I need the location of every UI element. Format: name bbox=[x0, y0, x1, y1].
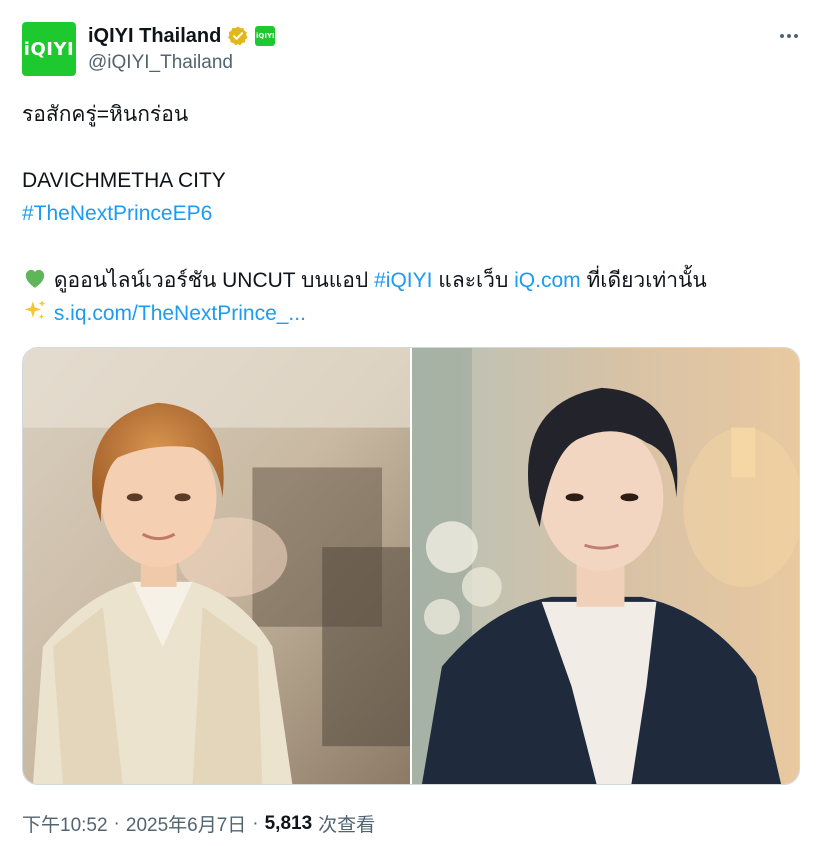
tweet-text: ดูออนไลน์เวอร์ชัน UNCUT บนแอป bbox=[48, 269, 375, 292]
tweet-line-4: ดูออนไลน์เวอร์ชัน UNCUT บนแอป #iQIYI และ… bbox=[22, 265, 707, 300]
tweet-text: ที่เดียวเท่านั้น bbox=[580, 269, 707, 292]
tweet-meta: 下午10:52 · 2025年6月7日 · 5,813 次查看 bbox=[22, 810, 375, 837]
tweet-line-5: s.iq.com/TheNextPrince_... bbox=[22, 298, 306, 333]
name-row: iQIYI Thailand iQIYI bbox=[88, 22, 276, 50]
tweet: iQIYI iQIYI Thailand iQIYI @iQIYI_Thaila… bbox=[0, 0, 832, 846]
photo-left[interactable] bbox=[23, 348, 410, 784]
media-grid bbox=[22, 347, 800, 785]
green-heart-icon bbox=[22, 265, 48, 300]
affiliate-badge-text: iQIYI bbox=[256, 32, 275, 40]
url-link[interactable]: s.iq.com/TheNextPrince_... bbox=[54, 302, 306, 325]
hashtag-link[interactable]: #iQIYI bbox=[374, 269, 432, 292]
views-label: 次查看 bbox=[318, 815, 376, 836]
sparkles-icon bbox=[22, 298, 48, 333]
tweet-text: และเว็บ bbox=[432, 269, 515, 292]
more-icon[interactable] bbox=[770, 22, 808, 50]
verified-badge-icon[interactable] bbox=[227, 25, 249, 47]
url-link[interactable]: iQ.com bbox=[514, 269, 581, 292]
separator: · bbox=[113, 812, 120, 834]
handle[interactable]: @iQIYI_Thailand bbox=[88, 52, 233, 74]
tweet-date[interactable]: 2025年6月7日 bbox=[126, 810, 246, 837]
tweet-line-2: DAVICHMETHA CITY bbox=[22, 169, 226, 192]
tweet-line-1: รอสักครู่=หินกร่อน bbox=[22, 103, 189, 126]
display-name[interactable]: iQIYI Thailand bbox=[88, 25, 221, 48]
separator: · bbox=[252, 812, 259, 834]
tweet-time[interactable]: 下午10:52 bbox=[22, 810, 108, 837]
iqiyi-logo: iQIYI bbox=[23, 38, 75, 60]
hashtag-link[interactable]: #TheNextPrinceEP6 bbox=[22, 199, 212, 229]
photo-right[interactable] bbox=[412, 348, 799, 784]
views-count: 5,813 bbox=[264, 812, 313, 834]
avatar[interactable]: iQIYI bbox=[22, 22, 76, 76]
affiliate-badge[interactable]: iQIYI bbox=[255, 26, 276, 46]
